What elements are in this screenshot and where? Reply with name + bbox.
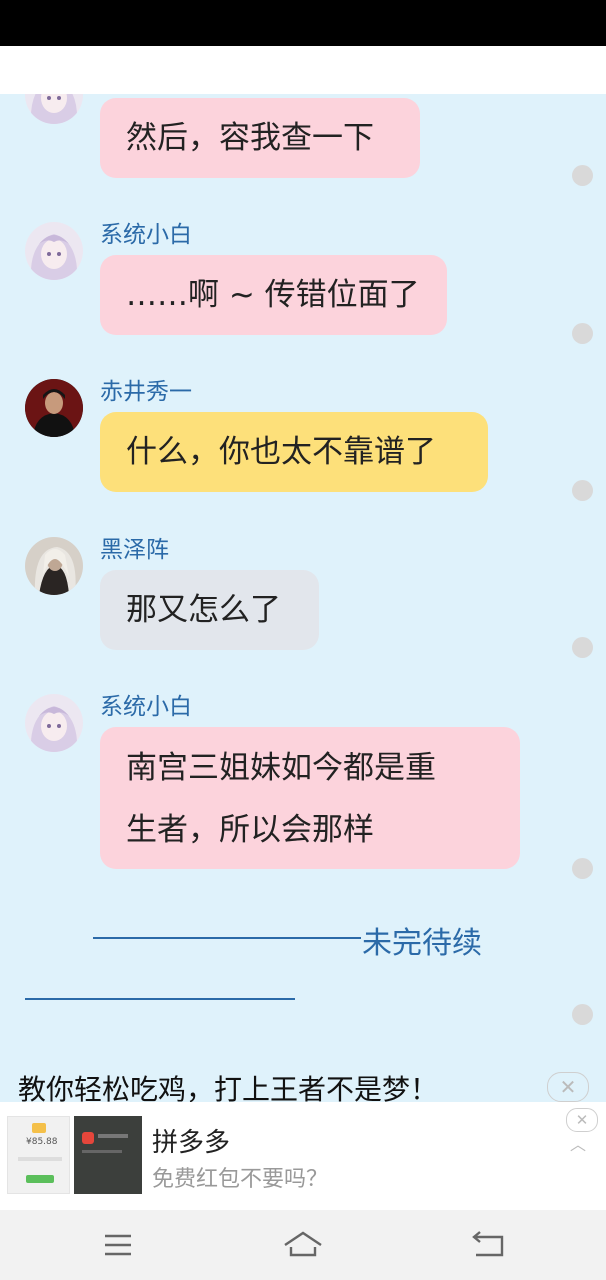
ad-image-line — [98, 1134, 128, 1138]
ad-image-button — [26, 1175, 54, 1183]
divider-line — [93, 937, 361, 939]
message-text: 什么，你也太不靠谱了 — [126, 434, 436, 470]
divider-line — [25, 998, 295, 1000]
message-status-dot — [572, 480, 593, 501]
avatar-xitong-xiaobai[interactable] — [25, 94, 83, 124]
message-bubble[interactable]: 南宫三姐妹如今都是重 生者，所以会那样 — [100, 727, 520, 869]
ad-close-button-small[interactable]: ✕ — [566, 1108, 598, 1132]
message-bubble[interactable]: ……啊 ~ 传错位面了 — [100, 255, 447, 335]
message-text: ……啊 ~ 传错位面了 — [126, 277, 420, 313]
ad-collapse-chevron-icon[interactable]: ︿ — [566, 1131, 590, 1155]
chat-area[interactable]: 然后，容我查一下 系统小白 ……啊 ~ 传错位面了 赤井秀一 什么，你也太不靠谱… — [0, 94, 606, 1102]
ad-image-icon — [32, 1123, 46, 1133]
ad-image[interactable]: ¥85.88 — [7, 1116, 70, 1194]
avatar-kurosawa-jin[interactable] — [25, 537, 83, 595]
home-icon[interactable] — [273, 1225, 333, 1265]
message-status-dot — [572, 1004, 593, 1025]
message-text-line: 生者，所以会那样 — [126, 812, 374, 848]
message-bubble[interactable]: 什么，你也太不靠谱了 — [100, 412, 488, 492]
sender-name: 赤井秀一 — [100, 379, 192, 405]
message-text: 然后，容我查一下 — [126, 120, 374, 156]
ad-price: ¥85.88 — [26, 1137, 58, 1147]
avatar-xitong-xiaobai[interactable] — [25, 222, 83, 280]
status-bar — [0, 0, 606, 46]
top-bar — [0, 46, 606, 94]
ad-image[interactable] — [74, 1116, 142, 1194]
avatar-akai-shuichi[interactable] — [25, 379, 83, 437]
message-status-dot — [572, 858, 593, 879]
message-text-line: 南宫三姐妹如今都是重 — [126, 750, 436, 786]
ad-description[interactable]: 免费红包不要吗？ — [152, 1161, 328, 1193]
message-bubble[interactable]: 然后，容我查一下 — [100, 98, 420, 178]
message-status-dot — [572, 323, 593, 344]
ad-app-name[interactable]: 拼多多 — [152, 1122, 230, 1159]
ad-image-line — [82, 1150, 122, 1153]
back-icon[interactable] — [458, 1225, 518, 1265]
menu-icon[interactable] — [88, 1225, 148, 1265]
message-status-dot — [572, 637, 593, 658]
message-text: 那又怎么了 — [126, 592, 281, 628]
ad-image-line — [18, 1157, 62, 1161]
sender-name: 系统小白 — [100, 222, 192, 248]
avatar-xitong-xiaobai[interactable] — [25, 694, 83, 752]
sender-name: 黑泽阵 — [100, 537, 169, 563]
sender-name: 系统小白 — [100, 694, 192, 720]
message-bubble[interactable]: 那又怎么了 — [100, 570, 319, 650]
to-be-continued-text: 未完待续 — [362, 926, 482, 961]
message-status-dot — [572, 165, 593, 186]
pinduoduo-logo-icon — [82, 1132, 94, 1144]
ad-close-button[interactable]: ✕ — [547, 1072, 589, 1102]
